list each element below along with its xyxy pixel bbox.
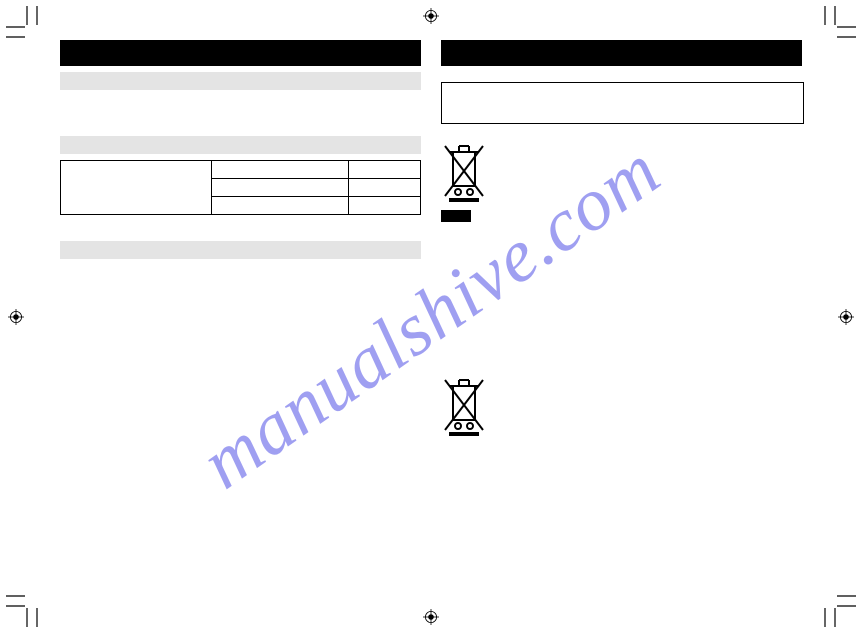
registration-mark-icon bbox=[838, 309, 854, 325]
right-column bbox=[441, 40, 802, 593]
crop-mark-icon bbox=[6, 6, 46, 46]
table-cell bbox=[348, 179, 420, 197]
crop-mark-icon bbox=[816, 6, 856, 46]
left-column bbox=[60, 40, 421, 593]
table-cell bbox=[348, 161, 420, 179]
crop-mark-icon bbox=[6, 587, 46, 627]
table-cell bbox=[212, 197, 349, 215]
section-header-bar bbox=[441, 40, 802, 66]
table-row bbox=[61, 161, 421, 179]
table-cell bbox=[212, 161, 349, 179]
notice-box bbox=[441, 82, 804, 124]
black-chip bbox=[441, 210, 471, 222]
registration-mark-icon bbox=[423, 8, 439, 24]
document-page bbox=[60, 40, 802, 593]
section-header-bar bbox=[60, 40, 421, 66]
subsection-bar bbox=[60, 72, 421, 90]
crop-mark-icon bbox=[816, 587, 856, 627]
registration-mark-icon bbox=[423, 609, 439, 625]
spec-table bbox=[60, 160, 421, 215]
subsection-bar bbox=[60, 136, 421, 154]
table-cell bbox=[61, 161, 212, 215]
table-cell bbox=[212, 179, 349, 197]
registration-mark-icon bbox=[8, 309, 24, 325]
subsection-bar bbox=[60, 241, 421, 259]
table-cell bbox=[348, 197, 420, 215]
weee-bin-icon bbox=[441, 144, 487, 202]
weee-bin-icon bbox=[441, 378, 487, 436]
